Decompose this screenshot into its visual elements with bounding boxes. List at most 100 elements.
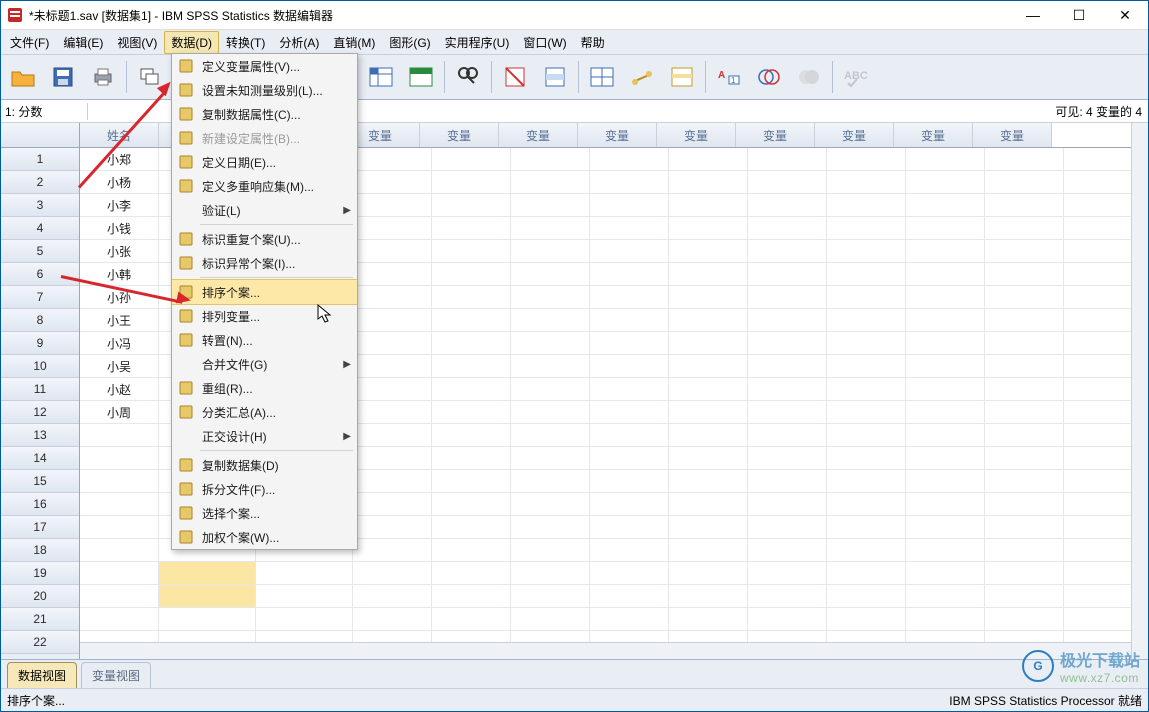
cell[interactable] (669, 309, 748, 331)
cell[interactable] (256, 585, 353, 607)
cell[interactable] (906, 171, 985, 193)
cell[interactable] (669, 355, 748, 377)
cell[interactable] (432, 539, 511, 561)
cell[interactable] (511, 194, 590, 216)
cell[interactable] (432, 401, 511, 423)
cell[interactable] (511, 516, 590, 538)
cell[interactable] (511, 470, 590, 492)
cell[interactable] (590, 539, 669, 561)
cell[interactable] (906, 378, 985, 400)
tab-variable-view[interactable]: 变量视图 (81, 662, 151, 688)
cell[interactable] (590, 148, 669, 170)
goto-var-button[interactable] (403, 59, 439, 95)
spellcheck-button[interactable]: ABC (838, 59, 874, 95)
row-header[interactable]: 5 (1, 240, 79, 263)
cell[interactable] (906, 286, 985, 308)
cell[interactable] (159, 585, 256, 607)
cell[interactable] (353, 516, 432, 538)
cell[interactable]: 小赵 (80, 378, 159, 400)
cell[interactable] (827, 424, 906, 446)
cell[interactable]: 小冯 (80, 332, 159, 354)
cell[interactable] (748, 424, 827, 446)
cell[interactable] (827, 355, 906, 377)
cell[interactable] (511, 493, 590, 515)
cell[interactable] (511, 585, 590, 607)
cell[interactable] (353, 424, 432, 446)
cell[interactable] (432, 447, 511, 469)
menu-utils[interactable]: 实用程序(U) (438, 31, 517, 54)
cell[interactable] (590, 493, 669, 515)
cell[interactable] (985, 401, 1064, 423)
menu-file[interactable]: 文件(F) (3, 31, 56, 54)
cell[interactable] (827, 148, 906, 170)
row-header[interactable]: 17 (1, 516, 79, 539)
cell[interactable] (432, 562, 511, 584)
cell[interactable] (159, 608, 256, 630)
cell[interactable] (827, 401, 906, 423)
cell[interactable] (906, 539, 985, 561)
cell[interactable]: 小王 (80, 309, 159, 331)
cell[interactable] (748, 401, 827, 423)
menu-data[interactable]: 数据(D) (164, 31, 219, 54)
cell[interactable]: 小周 (80, 401, 159, 423)
cell[interactable] (985, 585, 1064, 607)
cell[interactable] (906, 240, 985, 262)
cell[interactable] (985, 493, 1064, 515)
row-header[interactable]: 22 (1, 631, 79, 654)
cell[interactable] (985, 470, 1064, 492)
cell[interactable] (80, 539, 159, 561)
cell[interactable] (669, 401, 748, 423)
minimize-button[interactable]: — (1010, 1, 1056, 29)
cell[interactable] (827, 217, 906, 239)
cell[interactable] (748, 332, 827, 354)
cell[interactable] (511, 401, 590, 423)
menu-item-restructure[interactable]: 重组(R)... (172, 376, 357, 400)
cell[interactable] (827, 378, 906, 400)
cell[interactable] (827, 562, 906, 584)
cell[interactable] (669, 194, 748, 216)
cell[interactable] (748, 608, 827, 630)
cell[interactable] (353, 355, 432, 377)
cell[interactable] (511, 263, 590, 285)
cell[interactable]: 小郑 (80, 148, 159, 170)
menu-item-define-var[interactable]: 定义变量属性(V)... (172, 54, 357, 78)
cell[interactable] (827, 171, 906, 193)
cell[interactable] (906, 562, 985, 584)
cell[interactable] (511, 608, 590, 630)
cell[interactable] (985, 263, 1064, 285)
insert-case-button[interactable] (537, 59, 573, 95)
cell[interactable] (590, 470, 669, 492)
cell[interactable] (985, 148, 1064, 170)
cell[interactable] (432, 332, 511, 354)
cell[interactable] (906, 424, 985, 446)
menu-item-dup-cases[interactable]: 标识重复个案(U)... (172, 227, 357, 251)
split-file-button[interactable] (584, 59, 620, 95)
cell[interactable] (590, 355, 669, 377)
cell[interactable] (432, 148, 511, 170)
row-header[interactable]: 12 (1, 401, 79, 424)
menu-help[interactable]: 帮助 (574, 31, 612, 54)
cell[interactable] (590, 286, 669, 308)
tab-data-view[interactable]: 数据视图 (7, 662, 77, 688)
menu-analyze[interactable]: 分析(A) (272, 31, 326, 54)
find-button[interactable] (450, 59, 486, 95)
row-header[interactable]: 11 (1, 378, 79, 401)
cell[interactable] (432, 470, 511, 492)
cell[interactable] (669, 608, 748, 630)
cell[interactable] (985, 332, 1064, 354)
cell[interactable] (827, 447, 906, 469)
cell[interactable] (511, 240, 590, 262)
menu-item-sort-cases[interactable]: 排序个案... (172, 279, 357, 305)
cell[interactable] (669, 263, 748, 285)
cell[interactable] (80, 424, 159, 446)
row-header[interactable]: 20 (1, 585, 79, 608)
cell[interactable] (748, 585, 827, 607)
cell[interactable] (432, 608, 511, 630)
menu-graphs[interactable]: 图形(G) (382, 31, 437, 54)
cell[interactable] (590, 332, 669, 354)
cell[interactable] (827, 240, 906, 262)
cell[interactable] (353, 194, 432, 216)
menu-item-select-cases[interactable]: 选择个案... (172, 501, 357, 525)
cell[interactable] (590, 608, 669, 630)
cell[interactable] (985, 309, 1064, 331)
